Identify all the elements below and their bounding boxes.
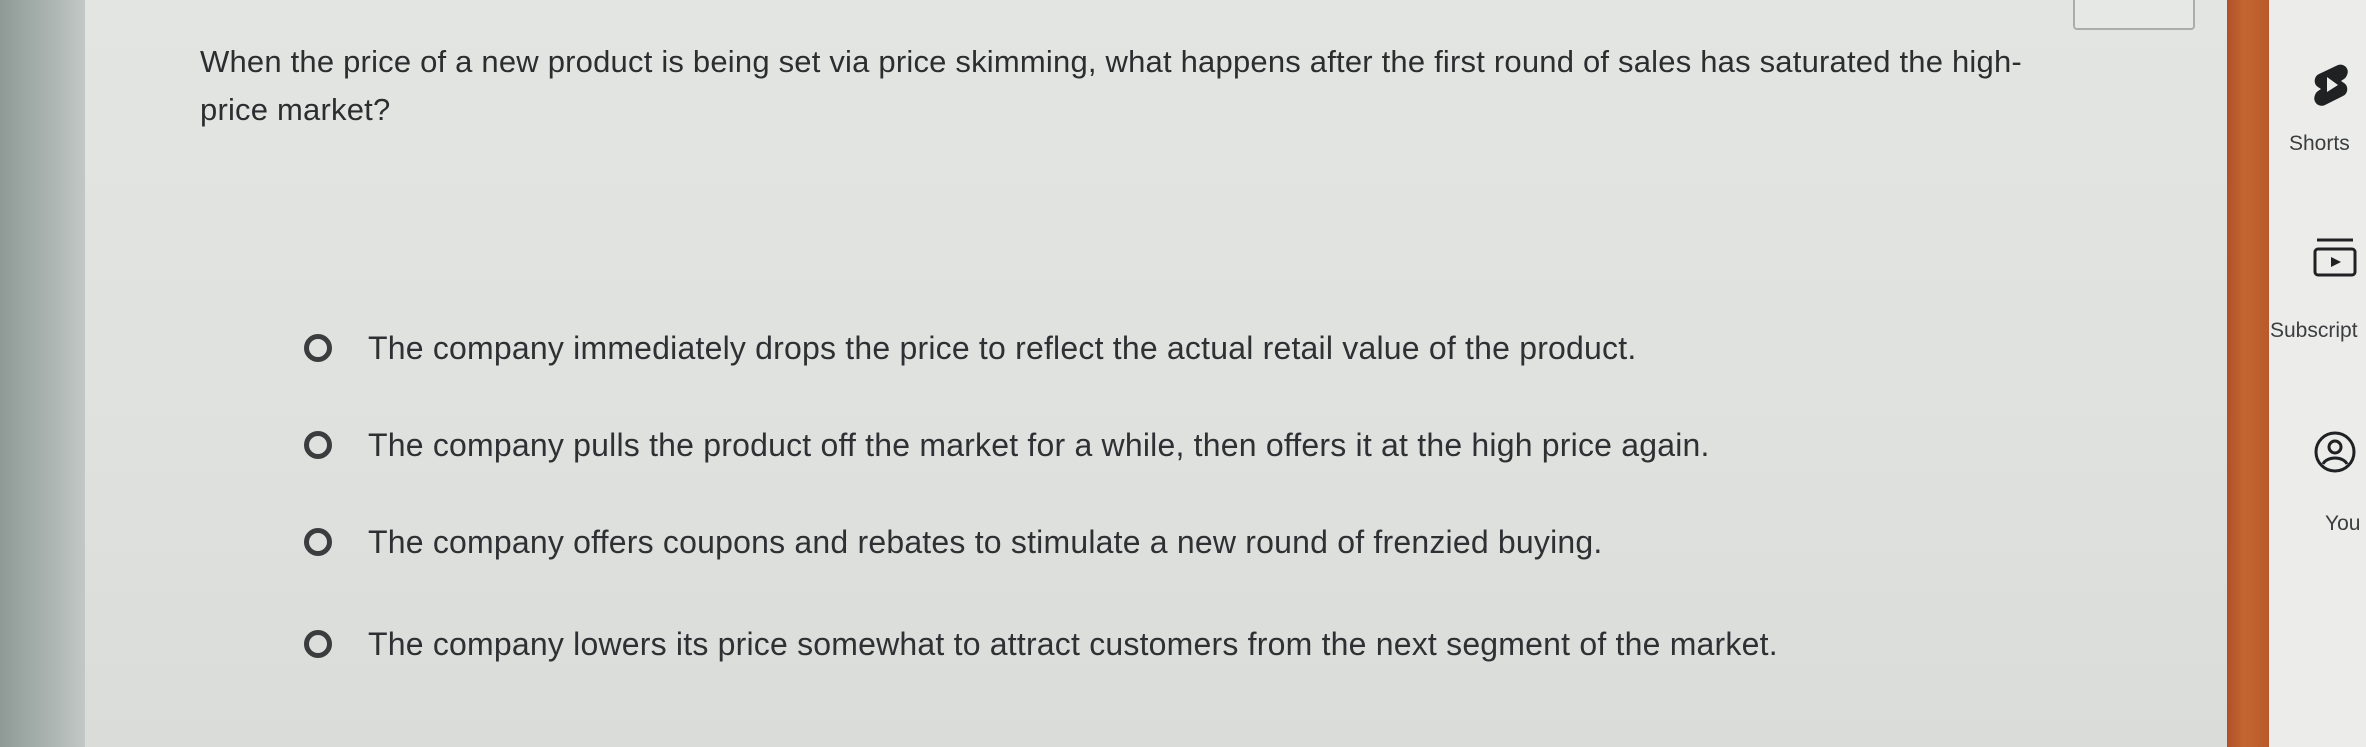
radio-button-icon[interactable] [304,630,332,658]
accent-strip [2227,0,2269,747]
screen-bezel [0,0,85,747]
answer-option-label: The company pulls the product off the ma… [368,426,1710,463]
answer-option-4[interactable]: The company lowers its price somewhat to… [304,619,1778,669]
answer-option-2[interactable]: The company pulls the product off the ma… [304,420,1710,470]
answer-option-3[interactable]: The company offers coupons and rebates t… [304,517,1603,567]
shorts-icon [2311,62,2351,113]
radio-button-icon[interactable] [304,528,332,556]
answer-option-1[interactable]: The company immediately drops the price … [304,323,1636,373]
sidebar-item-subscriptions[interactable]: Subscript [2269,225,2366,355]
subscriptions-icon [2313,237,2357,282]
answer-option-label: The company immediately drops the price … [368,329,1637,366]
radio-button-icon[interactable] [304,334,332,362]
sidebar-item-shorts[interactable]: Shorts [2269,50,2366,170]
sidebar-item-you[interactable]: You [2269,420,2366,540]
sidebar: Shorts Subscript You [2269,0,2366,747]
you-icon [2313,430,2357,479]
answer-option-label: The company offers coupons and rebates t… [368,523,1603,560]
radio-button-icon[interactable] [304,431,332,459]
sidebar-item-label: Subscript [2270,319,2358,342]
question-text: When the price of a new product is being… [200,44,2022,127]
top-control-box[interactable] [2073,0,2195,30]
sidebar-item-label: You [2325,512,2361,535]
sidebar-item-label: Shorts [2289,132,2350,155]
answer-option-label: The company lowers its price somewhat to… [368,625,1778,662]
